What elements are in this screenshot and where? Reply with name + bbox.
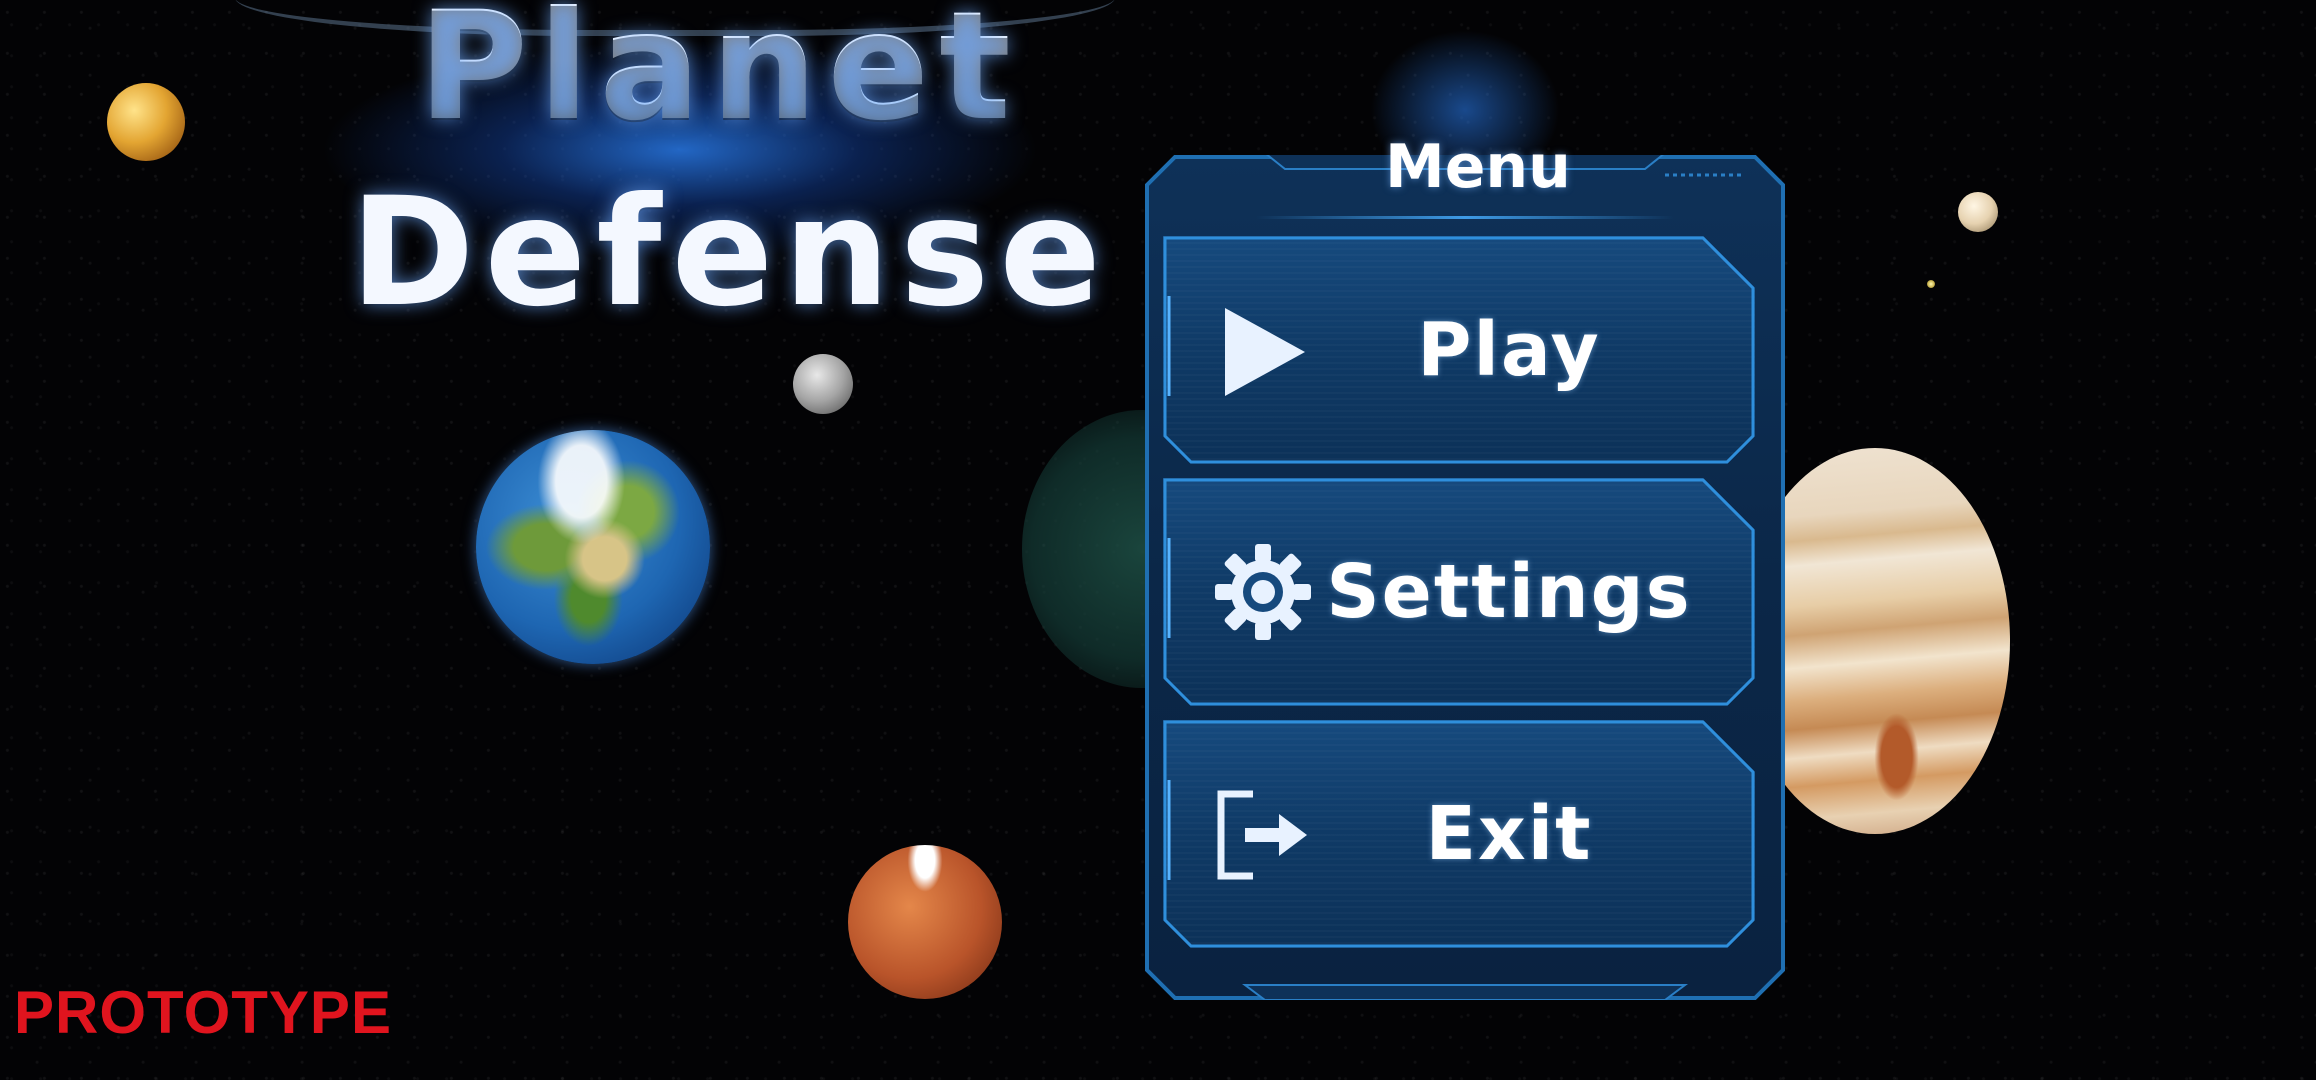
exit-button-label: Exit (1425, 791, 1593, 877)
small-cream-planet (1958, 192, 1998, 232)
play-button[interactable]: Play (1163, 236, 1755, 464)
game-main-menu: Planet Defense Menu Play Settings Exit P… (0, 0, 2316, 1080)
game-title-line2: Defense (350, 166, 1112, 340)
earth-planet (476, 430, 710, 664)
menu-title: Menu (1385, 132, 1571, 202)
mars-planet (848, 845, 1002, 999)
settings-button-label: Settings (1326, 549, 1692, 635)
distant-star (1927, 280, 1935, 288)
moon (793, 354, 853, 414)
play-icon (1225, 308, 1305, 396)
menu-title-divider (1255, 216, 1675, 219)
exit-button[interactable]: Exit (1163, 720, 1755, 948)
small-gold-planet (107, 83, 185, 161)
settings-button[interactable]: Settings (1163, 478, 1755, 706)
gear-icon (1215, 544, 1311, 640)
play-button-label: Play (1417, 307, 1601, 393)
game-title-line1: Planet (418, 0, 1021, 142)
exit-icon (1217, 790, 1307, 880)
prototype-label: PROTOTYPE (14, 979, 392, 1046)
